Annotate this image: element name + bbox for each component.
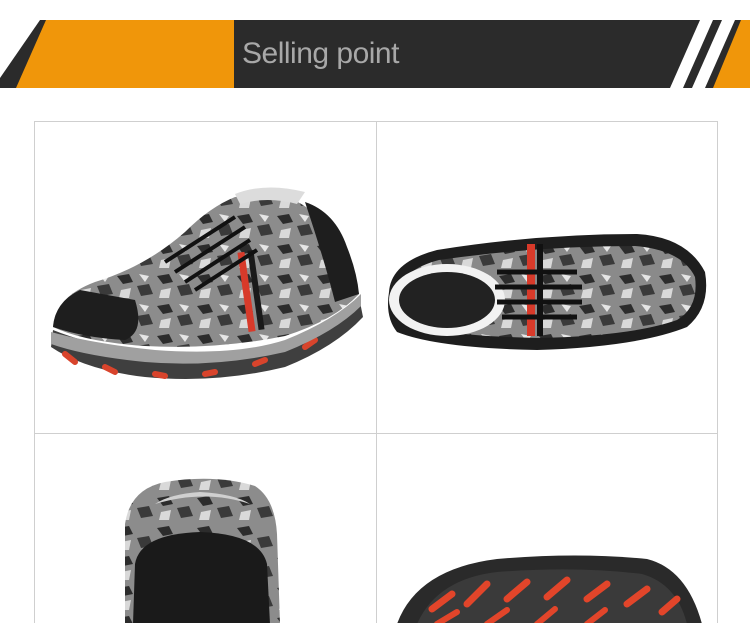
section-title: Selling point [242,37,399,70]
shoe-sole-view-image[interactable] [376,433,718,623]
product-image-grid [34,121,718,623]
section-banner: Selling point [0,20,750,88]
shoe-top-view-image[interactable] [376,121,718,434]
shoe-heel-view-image[interactable] [34,433,377,623]
shoe-side-view-image[interactable] [34,121,377,434]
